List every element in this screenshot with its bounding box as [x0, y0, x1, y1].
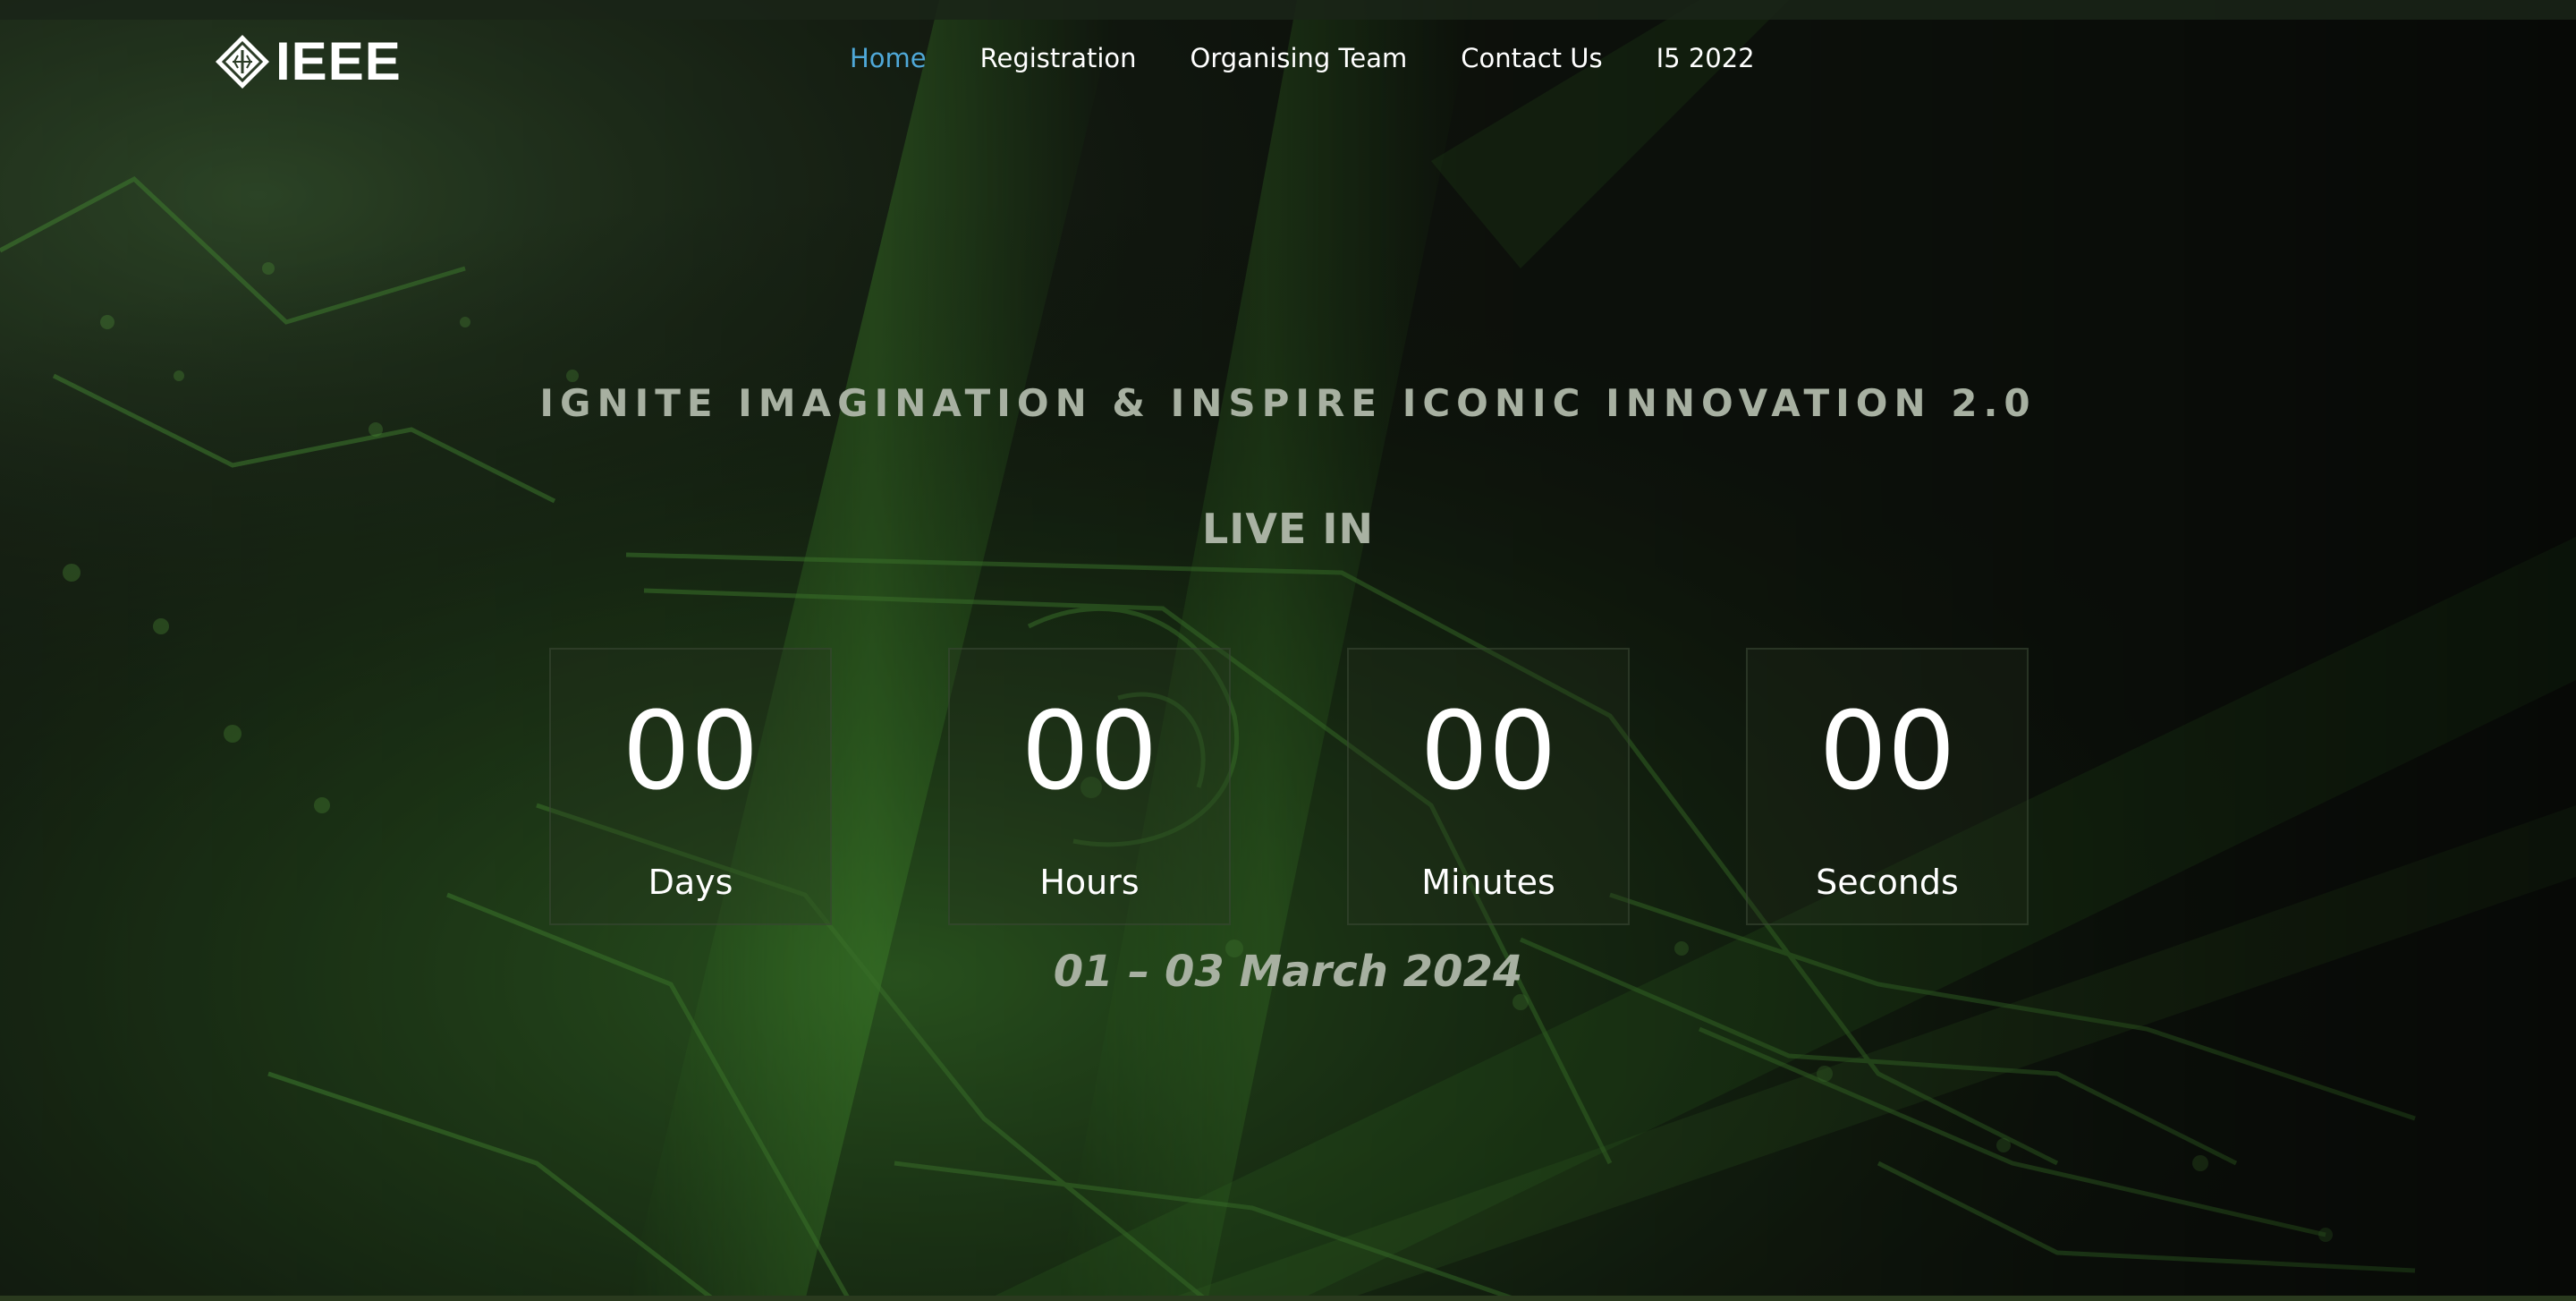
- countdown-days-label: Days: [648, 863, 733, 902]
- logo-text: IEEE: [275, 31, 402, 91]
- countdown-hours: 00 Hours: [948, 648, 1231, 925]
- event-date: 01 – 03 March 2024: [1053, 947, 1523, 997]
- nav-item-contact-us[interactable]: Contact Us: [1461, 43, 1602, 73]
- countdown-hours-label: Hours: [1039, 863, 1140, 902]
- countdown-seconds-value: 00: [1818, 690, 1956, 814]
- countdown-hours-value: 00: [1021, 690, 1158, 814]
- countdown-minutes-label: Minutes: [1421, 863, 1555, 902]
- nav-item-home[interactable]: Home: [850, 43, 927, 73]
- main-nav: Home Registration Organising Team Contac…: [850, 43, 1755, 73]
- nav-item-registration[interactable]: Registration: [980, 43, 1137, 73]
- countdown-days: 00 Days: [549, 648, 832, 925]
- countdown-timer: 00 Days 00 Hours 00 Minutes 00 Seconds: [549, 648, 2029, 927]
- top-edge: [0, 0, 2576, 20]
- bottom-edge: [0, 1296, 2576, 1301]
- ieee-logo[interactable]: IEEE: [213, 32, 402, 91]
- site-header: IEEE Home Registration Organising Team C…: [0, 20, 2576, 109]
- event-tagline: IGNITE IMAGINATION & INSPIRE ICONIC INNO…: [539, 381, 2037, 425]
- countdown-seconds-label: Seconds: [1816, 863, 1959, 902]
- countdown-seconds: 00 Seconds: [1746, 648, 2029, 925]
- ieee-diamond-icon: [216, 35, 269, 89]
- nav-item-organising-team[interactable]: Organising Team: [1191, 43, 1408, 73]
- nav-item-i5-2022[interactable]: I5 2022: [1657, 43, 1755, 73]
- countdown-minutes-value: 00: [1419, 690, 1557, 814]
- live-in-heading: LIVE IN: [1201, 505, 1375, 553]
- countdown-days-value: 00: [622, 690, 759, 814]
- landing-page: IEEE Home Registration Organising Team C…: [0, 0, 2576, 1301]
- countdown-minutes: 00 Minutes: [1347, 648, 1630, 925]
